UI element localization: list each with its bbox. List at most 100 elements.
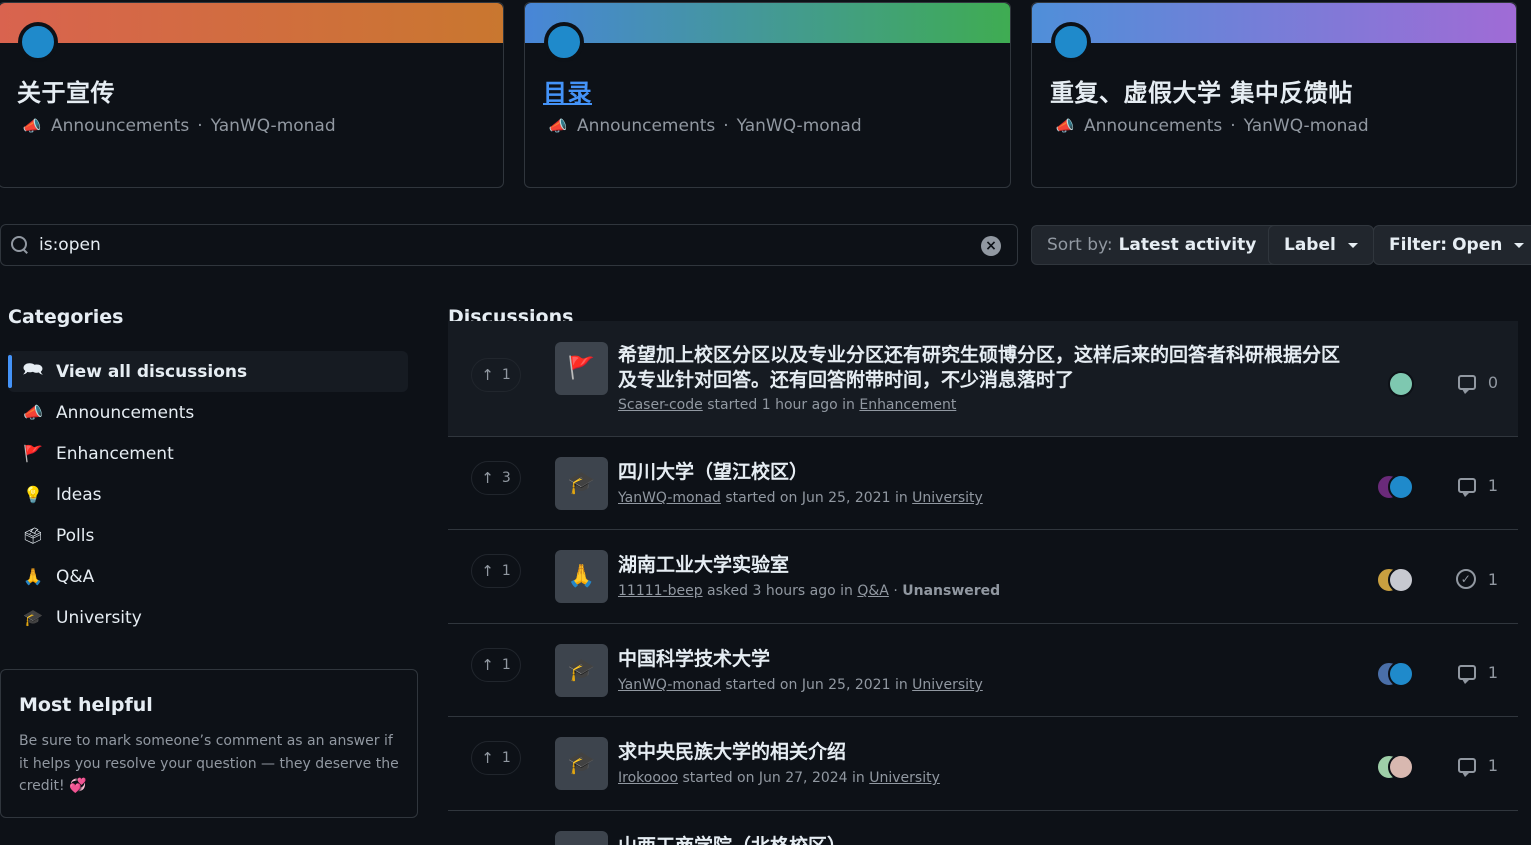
graduation-cap-icon: 🎓 xyxy=(567,471,596,496)
avatar[interactable] xyxy=(1052,23,1090,61)
sidebar-item-label: Enhancement xyxy=(56,443,174,464)
separator: · xyxy=(1230,116,1236,136)
comment-count[interactable]: 1 xyxy=(1457,756,1498,777)
comment-count-value: 1 xyxy=(1487,663,1498,682)
avatar[interactable] xyxy=(1388,661,1414,687)
participant-avatars[interactable] xyxy=(1376,474,1416,500)
discussion-title[interactable]: 山西工商学院（北格校区） xyxy=(618,834,1358,845)
discussion-title[interactable]: 希望加上校区分区以及专业分区还有研究生硕博分区，这样后来的回答者科研根据分区及专… xyxy=(618,343,1358,393)
discussion-row[interactable]: ↑ 1 🎓 中国科学技术大学 YanWQ-monad started on Jun 25… xyxy=(448,624,1518,717)
author-link[interactable]: 11111-beep xyxy=(618,583,703,599)
comment-count[interactable]: ✓ 1 xyxy=(1455,569,1498,589)
comment-count[interactable]: 1 xyxy=(1457,476,1498,497)
category-tile[interactable]: 🎓 xyxy=(555,737,608,790)
discussion-title[interactable]: 中国科学技术大学 xyxy=(618,647,1358,672)
discussion-title[interactable]: 四川大学（望江校区） xyxy=(618,460,1358,485)
comment-icon xyxy=(1457,758,1476,777)
pinned-discussion-card[interactable]: 关于宣传 📣 Announcements · YanWQ-monad xyxy=(0,2,504,188)
pinned-author[interactable]: YanWQ-monad xyxy=(1244,116,1369,136)
sidebar-item-announcements[interactable]: 📣 Announcements xyxy=(8,392,408,433)
sidebar-item-ideas[interactable]: 💡 Ideas xyxy=(8,474,408,515)
pinned-meta: 📣 Announcements · YanWQ-monad xyxy=(21,116,336,136)
sort-button[interactable]: Sort by: Latest activity xyxy=(1031,225,1295,265)
sidebar-item-q-a[interactable]: 🙏 Q&A xyxy=(8,556,408,597)
discussion-row[interactable]: ↑ 3 🎓 四川大学（望江校区） YanWQ-monad started on Jun … xyxy=(448,437,1518,530)
megaphone-icon: 📣 xyxy=(548,117,568,135)
author-link[interactable]: Irokoooo xyxy=(618,770,678,786)
pinned-category[interactable]: Announcements xyxy=(1084,116,1222,136)
upvote-button[interactable]: ↑ 1 xyxy=(471,554,521,588)
pinned-title[interactable]: 关于宣传 xyxy=(17,73,115,108)
sidebar-item-view-all-discussions[interactable]: 🗪 View all discussions xyxy=(8,351,408,392)
participant-avatars[interactable] xyxy=(1376,661,1416,687)
discussion-title[interactable]: 求中央民族大学的相关介绍 xyxy=(618,740,1358,765)
upvote-count: 1 xyxy=(501,657,511,673)
discussion-row[interactable]: ↑ 1 🚩 希望加上校区分区以及专业分区还有研究生硕博分区，这样后来的回答者科研根据分… xyxy=(448,321,1518,437)
upvote-button[interactable]: ↑ 3 xyxy=(471,461,521,495)
participant-avatars[interactable] xyxy=(1376,754,1416,780)
sidebar-item-label: Announcements xyxy=(56,402,195,423)
participant-avatars[interactable] xyxy=(1376,371,1416,397)
pinned-title[interactable]: 目录 xyxy=(543,73,592,108)
category-link[interactable]: University xyxy=(912,677,983,693)
pinned-meta: 📣 Announcements · YanWQ-monad xyxy=(1054,116,1369,136)
pinned-author[interactable]: YanWQ-monad xyxy=(737,116,862,136)
category-link[interactable]: Enhancement xyxy=(859,397,956,413)
category-tile[interactable]: 🎓 xyxy=(555,644,608,697)
sidebar-item-university[interactable]: 🎓 University xyxy=(8,597,408,638)
megaphone-icon: 📣 xyxy=(23,403,43,422)
category-link[interactable]: Q&A xyxy=(857,583,889,599)
pinned-title[interactable]: 重复、虚假大学 集中反馈帖 xyxy=(1050,73,1353,108)
upvote-count: 3 xyxy=(501,470,511,486)
author-link[interactable]: Scaser-code xyxy=(618,397,703,413)
answer-status: Unanswered xyxy=(902,583,1001,599)
discussion-meta: Irokoooo started on Jun 27, 2024 in Univ… xyxy=(618,770,940,786)
avatar[interactable] xyxy=(545,23,583,61)
avatar[interactable] xyxy=(1388,754,1414,780)
comment-count[interactable]: 1 xyxy=(1457,663,1498,684)
avatar[interactable] xyxy=(1388,371,1414,397)
sidebar-item-polls[interactable]: 🗳 Polls xyxy=(8,515,408,556)
discussion-row[interactable]: ↑ 1 🙏 湖南工业大学实验室 11111-beep asked 3 hours ago… xyxy=(448,530,1518,624)
pinned-category[interactable]: Announcements xyxy=(577,116,715,136)
search-query[interactable]: is:open xyxy=(39,235,101,255)
label-button[interactable]: Label xyxy=(1268,225,1374,265)
separator: · xyxy=(197,116,203,136)
participant-avatars[interactable] xyxy=(1376,567,1416,593)
avatar[interactable] xyxy=(1388,474,1414,500)
discussion-meta: YanWQ-monad started on Jun 25, 2021 in U… xyxy=(618,677,983,693)
author-link[interactable]: YanWQ-monad xyxy=(618,490,721,506)
pinned-discussion-card[interactable]: 目录 📣 Announcements · YanWQ-monad xyxy=(524,2,1011,188)
clear-search-icon[interactable]: × xyxy=(981,236,1001,256)
author-link[interactable]: YanWQ-monad xyxy=(618,677,721,693)
discussion-row[interactable]: 山西工商学院（北格校区） xyxy=(448,811,1518,845)
discussion-verb: asked 3 hours ago in xyxy=(707,583,853,599)
avatar[interactable] xyxy=(1388,567,1414,593)
label-button-text: Label xyxy=(1284,235,1336,255)
pinned-author[interactable]: YanWQ-monad xyxy=(211,116,336,136)
upvote-button[interactable]: ↑ 1 xyxy=(471,741,521,775)
pinned-discussion-card[interactable]: 重复、虚假大学 集中反馈帖 📣 Announcements · YanWQ-monad xyxy=(1031,2,1517,188)
avatar[interactable] xyxy=(19,23,57,61)
filter-button[interactable]: Filter: Open xyxy=(1373,225,1531,265)
comment-count[interactable]: 0 xyxy=(1457,373,1498,394)
category-tile[interactable]: 🚩 xyxy=(555,342,608,395)
category-link[interactable]: University xyxy=(869,770,940,786)
category-tile[interactable]: 🎓 xyxy=(555,457,608,510)
card-banner xyxy=(0,3,503,43)
sort-prefix: Sort by: xyxy=(1047,235,1113,255)
category-tile[interactable] xyxy=(555,831,608,845)
upvote-button[interactable]: ↑ 1 xyxy=(471,648,521,682)
discussion-title[interactable]: 湖南工业大学实验室 xyxy=(618,553,1358,578)
discussion-verb: started on Jun 25, 2021 in xyxy=(725,677,908,693)
search-input[interactable]: is:open × xyxy=(0,224,1018,266)
arrow-up-icon: ↑ xyxy=(481,562,494,580)
upvote-button[interactable]: ↑ 1 xyxy=(471,358,521,392)
sidebar-item-enhancement[interactable]: 🚩 Enhancement xyxy=(8,433,408,474)
category-link[interactable]: University xyxy=(912,490,983,506)
discussion-row[interactable]: ↑ 1 🎓 求中央民族大学的相关介绍 Irokoooo started on Jun 2… xyxy=(448,717,1518,811)
category-tile[interactable]: 🙏 xyxy=(555,550,608,603)
chevron-down-icon xyxy=(1514,242,1525,248)
comment-discussion-icon: 🗪 xyxy=(23,359,43,378)
pinned-category[interactable]: Announcements xyxy=(51,116,189,136)
